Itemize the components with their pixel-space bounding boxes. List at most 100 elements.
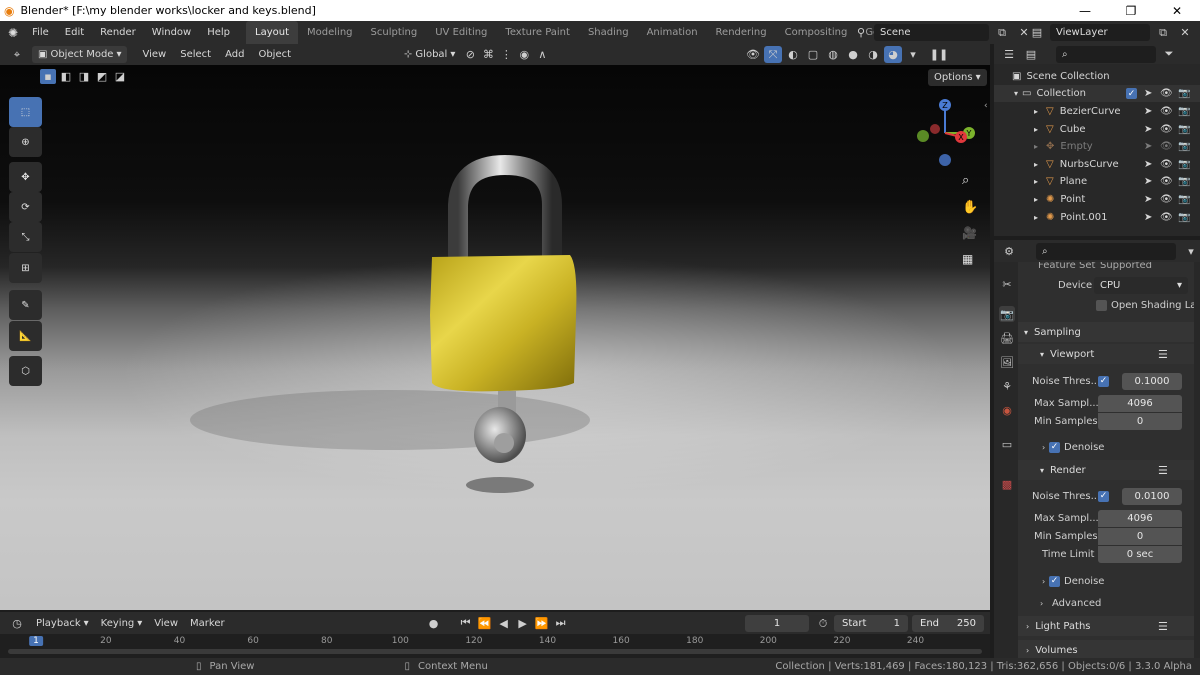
viewport-menu-object[interactable]: Object [251, 44, 298, 65]
selectable-icon[interactable]: ➤ [1144, 159, 1152, 170]
xray-icon[interactable]: ▢ [804, 46, 822, 63]
jump-start-icon[interactable]: ⏮ [457, 615, 475, 632]
visibility-icon[interactable]: 👁 [744, 46, 762, 63]
eye-icon[interactable]: 👁 [1160, 212, 1173, 223]
camera-icon[interactable]: 📷 [1178, 124, 1190, 135]
r-noise-checkbox[interactable]: ✓ [1098, 490, 1109, 502]
vp-noise-checkbox[interactable]: ✓ [1098, 375, 1109, 387]
eye-icon[interactable]: 👁 [1160, 176, 1173, 187]
zoom-icon[interactable]: ⌕ [962, 173, 969, 188]
selectable-icon[interactable]: ➤ [1144, 88, 1152, 99]
rendered-shading-icon[interactable]: ◕ [884, 46, 902, 63]
delete-viewlayer-icon[interactable]: ✕ [1176, 24, 1194, 41]
tab-uv-editing[interactable]: UV Editing [426, 21, 496, 44]
texture-tab-icon[interactable]: ▩ [999, 476, 1015, 492]
list-options-icon[interactable]: ☰ [1158, 464, 1168, 477]
stopwatch-icon[interactable]: ⏱ [814, 615, 832, 632]
eye-icon[interactable]: 👁 [1160, 106, 1173, 117]
orientation-dropdown[interactable]: ⊹ Global ▾ [398, 46, 461, 63]
pan-hand-icon[interactable]: ✋ [962, 200, 978, 215]
properties-search-input[interactable]: ⌕ [1036, 242, 1176, 260]
world-tab-icon[interactable]: ◉ [999, 402, 1015, 418]
tab-sculpting[interactable]: Sculpting [362, 21, 427, 44]
viewlayer-field[interactable]: ViewLayer [1050, 24, 1150, 41]
proportional-edit-icon[interactable]: ◉ [515, 46, 533, 63]
chevron-right-icon[interactable]: ▸ [1034, 107, 1038, 116]
new-scene-icon[interactable]: ⧉ [993, 24, 1011, 41]
editor-type-icon[interactable]: ⌖ [8, 46, 26, 63]
timeline-scrollbar[interactable] [8, 649, 982, 654]
display-mode-icon[interactable]: ▤ [1022, 46, 1040, 63]
outliner-editor-icon[interactable]: ☰ [1000, 46, 1018, 63]
r-denoise-row[interactable]: › ✓ Denoise [1018, 572, 1194, 590]
outliner-search-input[interactable]: ⌕ [1056, 45, 1156, 63]
scene-collection-row[interactable]: ▣ Scene Collection [994, 68, 1200, 85]
play-icon[interactable]: ▶ [514, 615, 532, 632]
selectable-icon[interactable]: ➤ [1144, 194, 1152, 205]
tab-shading[interactable]: Shading [579, 21, 638, 44]
timeline-menu-playback[interactable]: Playback ▾ [30, 615, 95, 632]
new-viewlayer-icon[interactable]: ⧉ [1154, 24, 1172, 41]
selectable-icon[interactable]: ➤ [1144, 124, 1152, 135]
timeline-editor-icon[interactable]: ◷ [8, 615, 26, 632]
gizmo-toggle-icon[interactable]: ⤧ [764, 46, 782, 63]
menu-window[interactable]: Window [144, 21, 199, 44]
volumes-panel-header[interactable]: › Volumes [1018, 640, 1194, 660]
start-frame-field[interactable]: Start 1 [834, 615, 908, 632]
timeline-area[interactable]: 1 20 40 60 80 100 120 140 160 180 200 220 240 [0, 634, 990, 658]
blender-menu-icon[interactable]: ✺ [8, 26, 18, 40]
tool-tab-icon[interactable]: ✂ [999, 276, 1015, 292]
collection-tab-icon[interactable]: ▭ [999, 436, 1015, 452]
chevron-right-icon[interactable]: ▸ [1034, 195, 1038, 204]
properties-options-icon[interactable]: ▾ [1182, 243, 1200, 260]
tab-compositing[interactable]: Compositing [776, 21, 857, 44]
menu-help[interactable]: Help [199, 21, 238, 44]
selectable-icon[interactable]: ➤ [1144, 141, 1152, 152]
time-limit-field[interactable]: 0 sec [1098, 545, 1182, 563]
scene-tab-icon[interactable]: ⚘ [999, 378, 1015, 394]
output-tab-icon[interactable]: 🖨 [999, 330, 1015, 346]
vp-denoise-checkbox[interactable]: ✓ [1049, 441, 1060, 453]
maximize-button[interactable]: ❐ [1108, 0, 1154, 21]
chevron-right-icon[interactable]: ▸ [1034, 177, 1038, 186]
tab-texture-paint[interactable]: Texture Paint [496, 21, 579, 44]
r-max-field[interactable]: 4096 [1098, 509, 1182, 527]
selectable-icon[interactable]: ➤ [1144, 212, 1152, 223]
material-shading-icon[interactable]: ◑ [864, 46, 882, 63]
outliner-item-plane[interactable]: ▸ ▽ Plane ➤ 👁 📷 [994, 173, 1200, 190]
collection-row[interactable]: ▾ ▭ Collection ✓ ➤ 👁 📷 [994, 85, 1200, 102]
minimize-button[interactable]: — [1062, 0, 1108, 21]
eye-icon[interactable]: 👁 [1160, 141, 1173, 152]
collection-exclude-checkbox[interactable]: ✓ [1126, 88, 1137, 99]
timeline-menu-marker[interactable]: Marker [184, 615, 231, 632]
frame-ruler[interactable]: 1 20 40 60 80 100 120 140 160 180 200 220 240 [0, 636, 990, 648]
r-noise-field[interactable]: 0.0100 [1122, 487, 1182, 505]
viewport-menu-select[interactable]: Select [173, 44, 218, 65]
mode-dropdown[interactable]: ▣ Object Mode ▾ [32, 46, 128, 63]
scene-field[interactable]: Scene [874, 24, 989, 41]
r-min-field[interactable]: 0 [1098, 527, 1182, 545]
pause-render-icon[interactable]: ❚❚ [930, 46, 948, 63]
vp-max-field[interactable]: 4096 [1098, 394, 1182, 412]
outliner-item-cube[interactable]: ▸ ▽ Cube ➤ 👁 📷 [994, 121, 1200, 138]
filter-icon[interactable]: ⏷ [1160, 46, 1178, 63]
viewlayer-icon[interactable]: ▤ [1028, 24, 1046, 41]
falloff-icon[interactable]: ∧ [533, 46, 551, 63]
camera-icon[interactable]: 📷 [1178, 212, 1190, 223]
camera-view-icon[interactable]: 🎥 [962, 226, 977, 240]
open-shading-row[interactable]: Open Shading La... [1018, 296, 1194, 314]
chevron-down-icon[interactable]: ▾ [1014, 89, 1018, 98]
eye-icon[interactable]: 👁 [1160, 194, 1173, 205]
end-frame-field[interactable]: End 250 [912, 615, 984, 632]
close-button[interactable]: ✕ [1154, 0, 1200, 21]
list-options-icon[interactable]: ☰ [1158, 620, 1168, 633]
viewport-subpanel-header[interactable]: ▾ Viewport ☰ [1018, 344, 1194, 364]
timeline-menu-keying[interactable]: Keying ▾ [95, 615, 149, 632]
eye-icon[interactable]: 👁 [1160, 159, 1173, 170]
viewport-menu-add[interactable]: Add [218, 44, 251, 65]
camera-icon[interactable]: 📷 [1178, 141, 1190, 152]
vp-min-field[interactable]: 0 [1098, 412, 1182, 430]
timeline-menu-view[interactable]: View [148, 615, 184, 632]
outliner-item-empty[interactable]: ▸ ✥ Empty ➤ 👁 📷 [994, 138, 1200, 155]
menu-render[interactable]: Render [92, 21, 144, 44]
